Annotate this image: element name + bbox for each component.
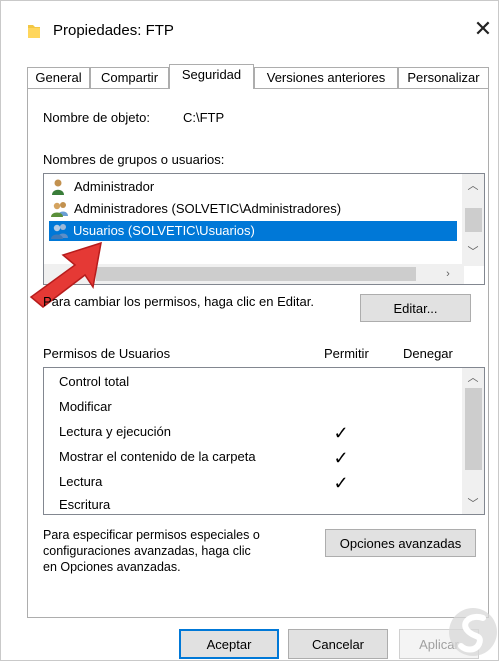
advanced-options-button[interactable]: Opciones avanzadas [325, 529, 476, 557]
scroll-down-icon[interactable]: ﹀ [465, 496, 481, 512]
permissions-scrollbar[interactable]: ︿ ﹀ [462, 368, 484, 514]
tab-compartir[interactable]: Compartir [90, 67, 169, 88]
watermark-logo-icon [449, 608, 497, 656]
groups-list[interactable]: Administrador Administradores (SOLVETIC\… [43, 173, 485, 285]
properties-dialog: Propiedades: FTP ✕ General Compartir Seg… [0, 0, 499, 661]
advanced-hint-line-2: configuraciones avanzadas, haga clic [43, 544, 251, 558]
edit-button[interactable]: Editar... [360, 294, 471, 322]
groups-horizontal-scrollbar[interactable] [44, 264, 464, 284]
tab-general[interactable]: General [27, 67, 90, 88]
advanced-hint-line-1: Para especificar permisos especiales o [43, 528, 260, 542]
groups-vertical-scrollbar[interactable]: ︿ ﹀ [462, 174, 484, 266]
user-icon [52, 179, 64, 195]
scroll-up-icon[interactable]: ︿ [465, 370, 481, 386]
tab-personalizar[interactable]: Personalizar [398, 67, 489, 88]
close-icon[interactable]: ✕ [471, 15, 495, 43]
check-icon: ✓ [333, 448, 349, 468]
list-item-usuarios[interactable]: Usuarios (SOLVETIC\Usuarios) [49, 221, 457, 241]
permissions-scroll-thumb[interactable] [465, 388, 482, 470]
groups-hscroll-thumb[interactable] [96, 267, 416, 281]
accept-button[interactable]: Aceptar [179, 629, 279, 659]
window-title: Propiedades: FTP [53, 22, 174, 39]
groups-label: Nombres de grupos o usuarios: [43, 152, 225, 167]
title-bar: Propiedades: FTP ✕ [1, 1, 498, 63]
tab-bar: General Compartir Seguridad Versiones an… [27, 64, 489, 89]
object-name-label: Nombre de objeto: [43, 110, 150, 125]
check-icon: ✓ [333, 423, 349, 443]
permission-mostrar-contenido: Mostrar el contenido de la carpeta [59, 449, 256, 464]
groups-scroll-thumb[interactable] [465, 208, 482, 232]
check-icon: ✓ [333, 473, 349, 493]
scroll-right-icon[interactable]: › [440, 266, 456, 282]
users-group-icon [51, 202, 68, 217]
permissions-list[interactable]: Control total Modificar Lectura y ejecuc… [43, 367, 485, 515]
permission-control-total: Control total [59, 374, 130, 389]
permission-lectura-ejecucion: Lectura y ejecución [59, 424, 172, 439]
scroll-down-icon[interactable]: ﹀ [465, 244, 481, 260]
permission-lectura: Lectura [59, 474, 103, 489]
scroll-up-icon[interactable]: ︿ [465, 178, 481, 194]
tab-seguridad[interactable]: Seguridad [169, 64, 254, 89]
folder-icon [28, 25, 40, 38]
permission-modificar: Modificar [59, 399, 112, 414]
deny-column-header: Denegar [403, 346, 453, 361]
permissions-header: Permisos de Usuarios [43, 346, 171, 361]
allow-column-header: Permitir [324, 346, 369, 361]
object-name-value: C:\FTP [183, 110, 225, 125]
edit-hint: Para cambiar los permisos, haga clic en … [43, 294, 314, 309]
permission-escritura: Escritura [59, 497, 111, 512]
advanced-hint-line-3: en Opciones avanzadas. [43, 560, 181, 574]
users-group-icon [51, 224, 68, 239]
tab-versiones-anteriores[interactable]: Versiones anteriores [254, 67, 398, 88]
cancel-button[interactable]: Cancelar [288, 629, 388, 659]
